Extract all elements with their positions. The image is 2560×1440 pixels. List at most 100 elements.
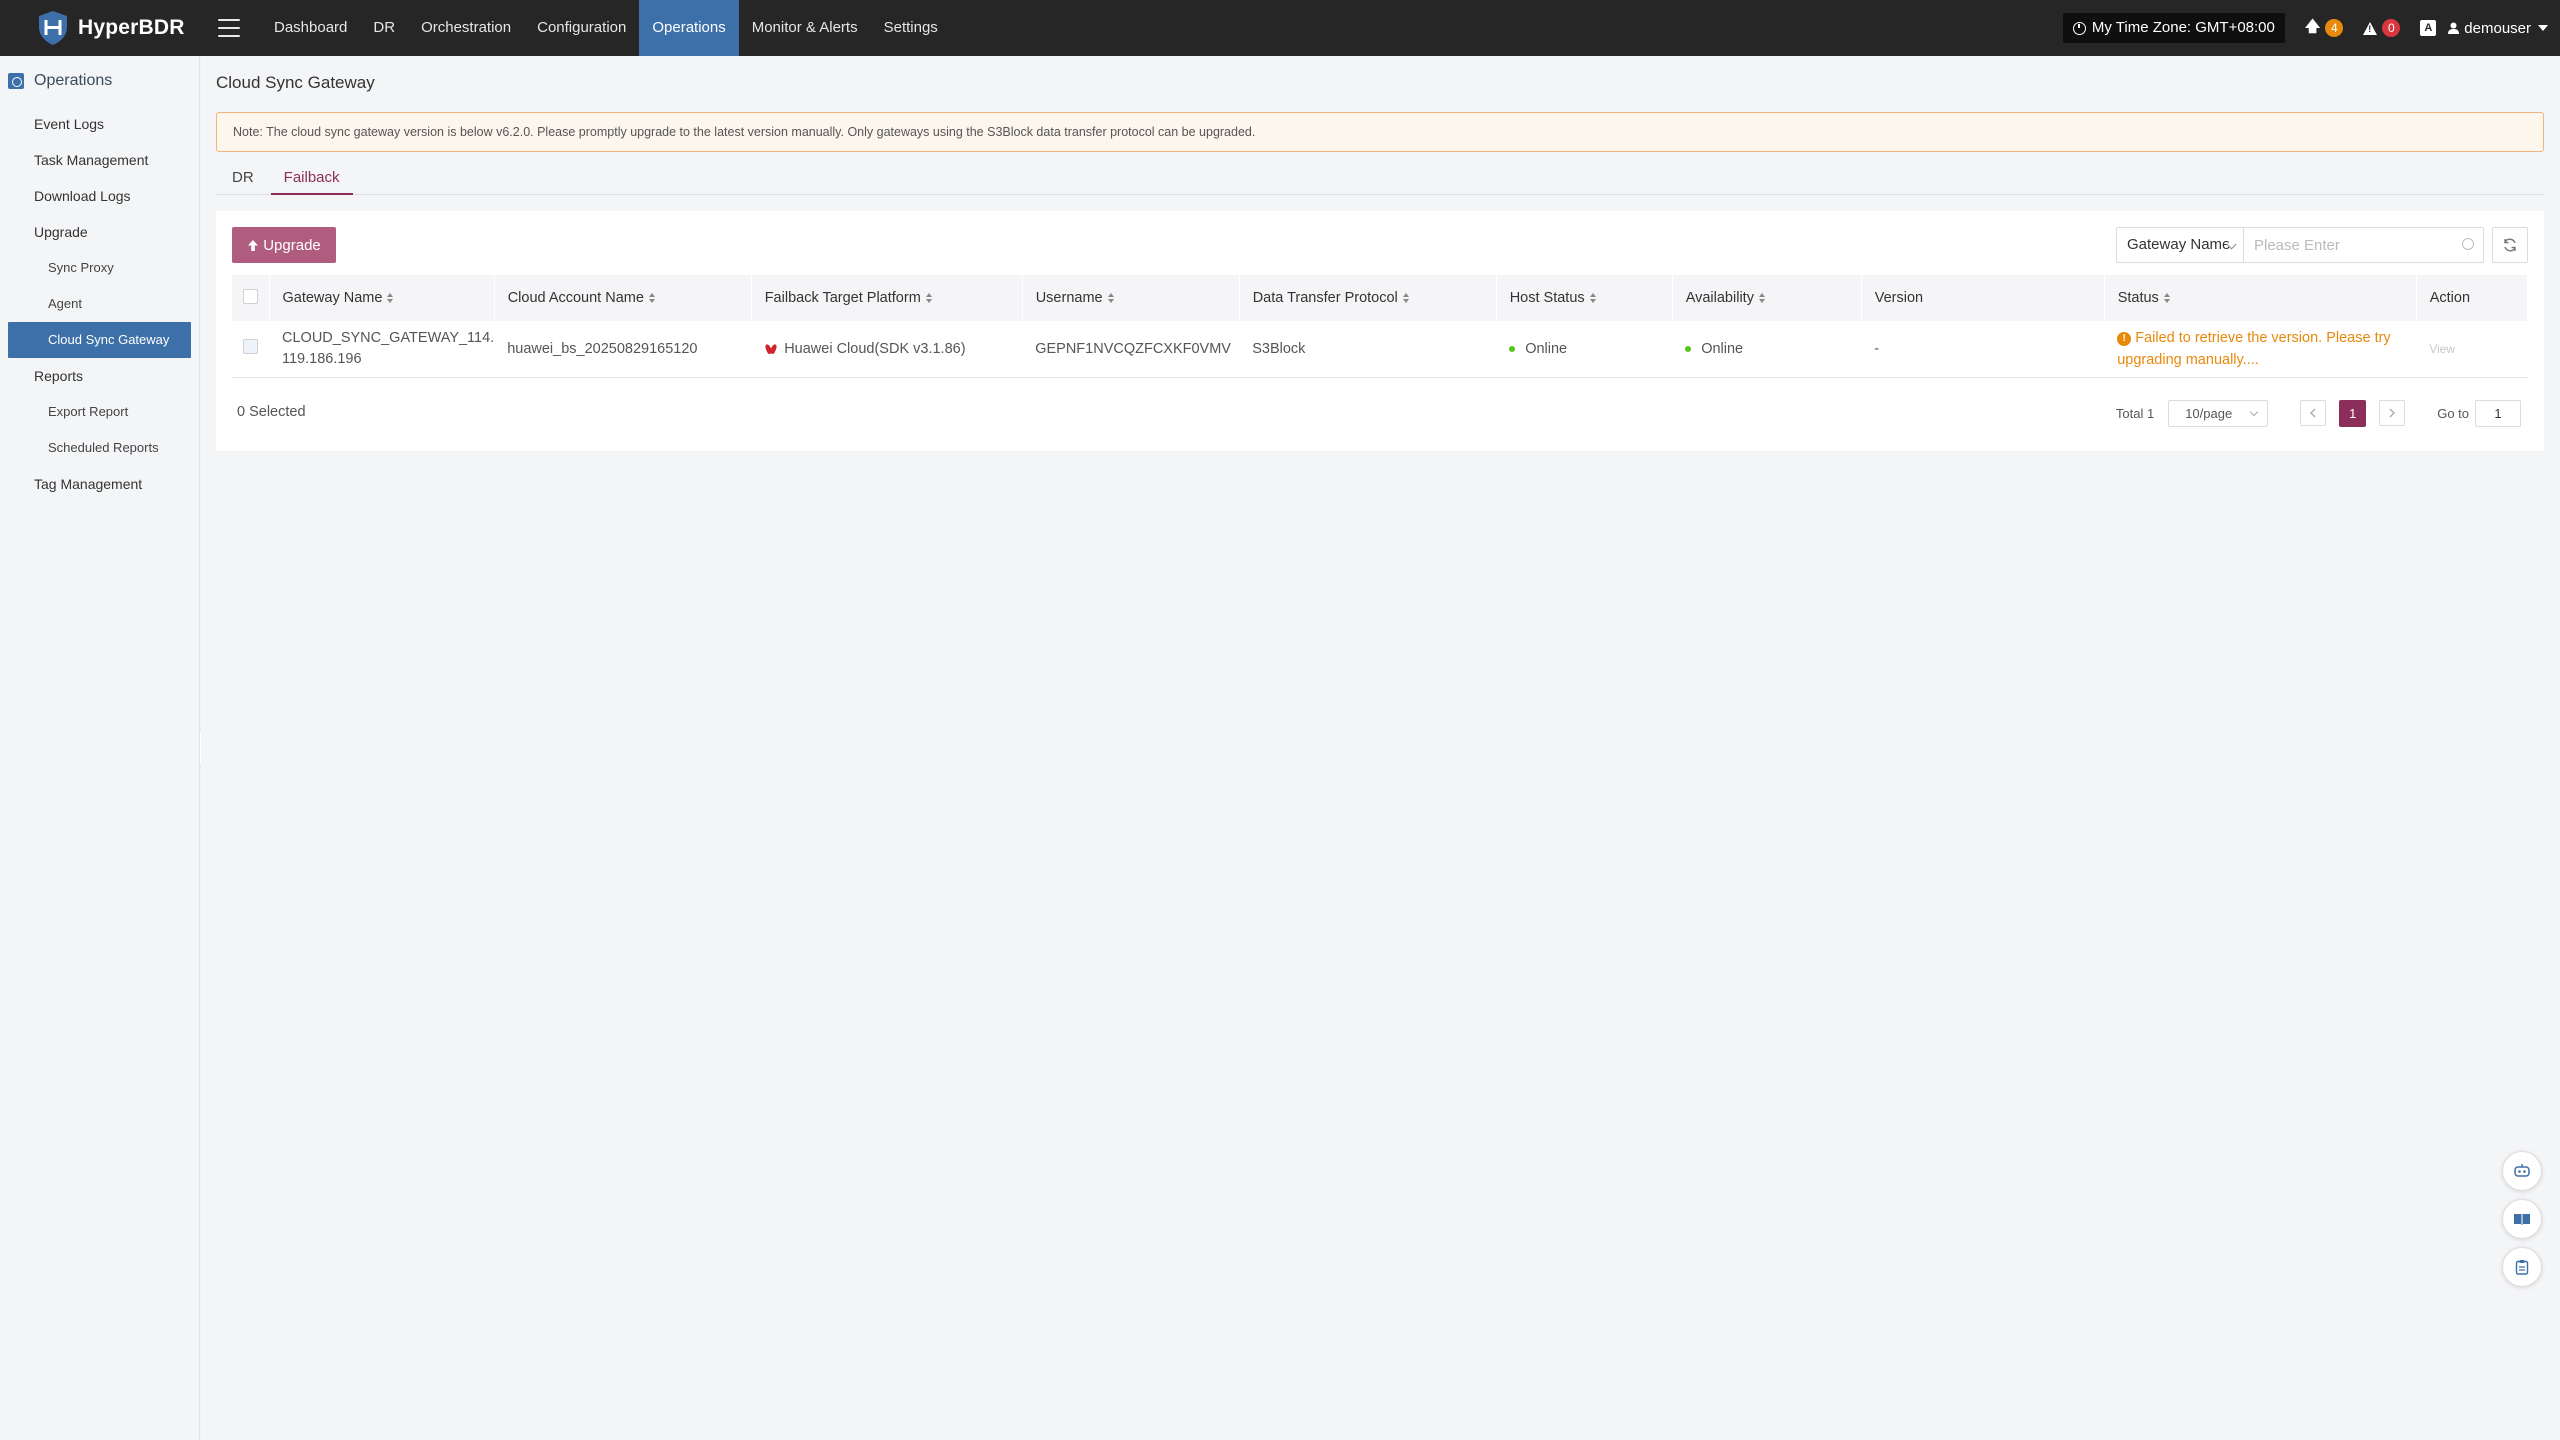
col-username[interactable]: Username <box>1022 275 1240 321</box>
next-page-button[interactable] <box>2379 400 2406 426</box>
refresh-icon <box>2504 238 2516 252</box>
cell-action: View <box>2416 321 2528 378</box>
page-number-current[interactable]: 1 <box>2339 399 2367 427</box>
col-version: Version <box>1861 275 2105 321</box>
col-action-label: Action <box>2429 290 2471 306</box>
docs-button[interactable] <box>2502 1199 2542 1239</box>
sort-icon[interactable] <box>1589 293 1596 304</box>
sidebar-item-task-management[interactable]: Task Management <box>0 142 199 178</box>
search-input[interactable] <box>2244 227 2484 263</box>
nav-operations[interactable]: Operations <box>639 0 739 56</box>
col-protocol-label: Data Transfer Protocol <box>1252 290 1398 306</box>
col-platform[interactable]: Failback Target Platform <box>751 275 1023 321</box>
sidebar: Operations Event Logs Task Management Do… <box>0 56 200 1440</box>
col-version-label: Version <box>1874 290 1924 306</box>
brand-logo[interactable]: HyperBDR <box>36 10 186 46</box>
shield-logo-icon <box>36 10 70 46</box>
upgrade-button[interactable]: Upgrade <box>232 227 336 263</box>
alert-notifications[interactable]: 0 <box>2363 19 2401 37</box>
upgrade-notifications[interactable]: 🡅 4 <box>2304 16 2344 41</box>
sidebar-item-scheduled-reports[interactable]: Scheduled Reports <box>0 430 199 466</box>
col-host-status[interactable]: Host Status <box>1496 275 1673 321</box>
sidebar-item-upgrade[interactable]: Upgrade <box>0 214 199 250</box>
top-navigation-bar: HyperBDR Dashboard DR Orchestration Conf… <box>0 0 2560 56</box>
sort-icon[interactable] <box>925 293 932 304</box>
page-size-value: 10/page <box>2185 405 2233 421</box>
search-input-wrap <box>2244 227 2484 263</box>
alert-count-badge: 0 <box>2382 19 2401 37</box>
nav-dashboard[interactable]: Dashboard <box>261 0 360 56</box>
cell-cloud-account: huawei_bs_20250829165120 <box>494 321 752 378</box>
warning-triangle-icon <box>2363 21 2378 35</box>
sidebar-item-export-report[interactable]: Export Report <box>0 394 199 430</box>
sort-icon[interactable] <box>1758 293 1765 304</box>
arrow-up-icon: 🡅 <box>2304 17 2321 35</box>
brand-name: HyperBDR <box>78 16 185 39</box>
gateway-name-line1: CLOUD_SYNC_GATEWAY_114. <box>282 329 495 346</box>
menu-toggle-icon[interactable] <box>218 19 240 37</box>
sidebar-section-header: Operations <box>0 56 199 106</box>
col-status[interactable]: Status <box>2104 275 2417 321</box>
clipboard-button[interactable] <box>2502 1247 2542 1287</box>
nav-settings[interactable]: Settings <box>871 0 951 56</box>
col-protocol[interactable]: Data Transfer Protocol <box>1239 275 1497 321</box>
nav-monitor-alerts[interactable]: Monitor & Alerts <box>739 0 871 56</box>
sidebar-item-agent[interactable]: Agent <box>0 286 199 322</box>
sidebar-item-cloud-sync-gateway[interactable]: Cloud Sync Gateway <box>8 322 191 358</box>
page-size-select[interactable]: 10/page <box>2168 399 2269 427</box>
search-icon[interactable] <box>2462 238 2474 250</box>
row-checkbox[interactable] <box>243 339 258 355</box>
total-count: Total 1 <box>2115 405 2155 421</box>
timezone-indicator[interactable]: My Time Zone: GMT+08:00 <box>2062 13 2285 43</box>
sidebar-item-tag-management[interactable]: Tag Management <box>0 466 199 502</box>
book-icon <box>2514 1214 2530 1225</box>
upgrade-count-badge: 4 <box>2325 19 2344 37</box>
language-icon[interactable]: A <box>2420 20 2437 36</box>
main-nav: Dashboard DR Orchestration Configuration… <box>261 0 951 56</box>
huawei-logo-icon <box>764 344 778 354</box>
cell-availability: Online <box>1672 321 1862 378</box>
cell-username: GEPNF1NVCQZFCXKF0VMV <box>1022 321 1240 378</box>
col-action: Action <box>2416 275 2529 321</box>
cell-platform: Huawei Cloud(SDK v3.1.86) <box>751 321 1023 378</box>
upgrade-button-label: Upgrade <box>263 236 321 254</box>
cell-status: ! Failed to retrieve the version. Please … <box>2104 321 2417 378</box>
tab-dr[interactable]: DR <box>216 164 271 195</box>
cell-host-status: Online <box>1496 321 1673 378</box>
chevron-left-icon <box>2310 408 2316 418</box>
chevron-down-icon <box>2249 407 2259 416</box>
caret-down-icon <box>2538 25 2548 31</box>
tab-failback[interactable]: Failback <box>270 164 353 195</box>
nav-orchestration[interactable]: Orchestration <box>408 0 524 56</box>
sidebar-item-event-logs[interactable]: Event Logs <box>0 106 199 142</box>
nav-dr[interactable]: DR <box>360 0 408 56</box>
clock-icon <box>2072 21 2086 35</box>
tab-bar: DR Failback <box>216 164 2544 195</box>
nav-configuration[interactable]: Configuration <box>524 0 639 56</box>
col-host-status-label: Host Status <box>1509 290 1585 306</box>
sort-icon[interactable] <box>1402 293 1409 304</box>
warning-circle-icon: ! <box>2117 331 2132 346</box>
table-footer: 0 Selected Total 1 10/page 1 Go to <box>232 395 2528 431</box>
search-field-select[interactable]: Gateway Name <box>2116 227 2244 263</box>
sort-icon[interactable] <box>648 293 655 304</box>
col-availability[interactable]: Availability <box>1672 275 1862 321</box>
sidebar-item-sync-proxy[interactable]: Sync Proxy <box>0 250 199 286</box>
operations-icon <box>8 73 24 89</box>
view-link[interactable]: View <box>2429 342 2455 356</box>
goto-page-input[interactable] <box>2475 399 2521 427</box>
user-menu[interactable]: demouser <box>2448 20 2548 37</box>
col-cloud-account[interactable]: Cloud Account Name <box>494 275 752 321</box>
sort-icon[interactable] <box>387 293 394 304</box>
sort-icon[interactable] <box>2163 293 2170 304</box>
sort-icon[interactable] <box>1107 293 1114 304</box>
refresh-button[interactable] <box>2492 227 2528 263</box>
online-dot-icon <box>1509 345 1516 352</box>
robot-assistant-button[interactable] <box>2502 1151 2542 1191</box>
sidebar-item-download-logs[interactable]: Download Logs <box>0 178 199 214</box>
select-all-checkbox[interactable] <box>243 288 258 304</box>
host-status-label: Online <box>1525 340 1568 357</box>
sidebar-item-reports[interactable]: Reports <box>0 358 199 394</box>
col-gateway-name[interactable]: Gateway Name <box>269 275 495 321</box>
prev-page-button[interactable] <box>2300 400 2327 426</box>
